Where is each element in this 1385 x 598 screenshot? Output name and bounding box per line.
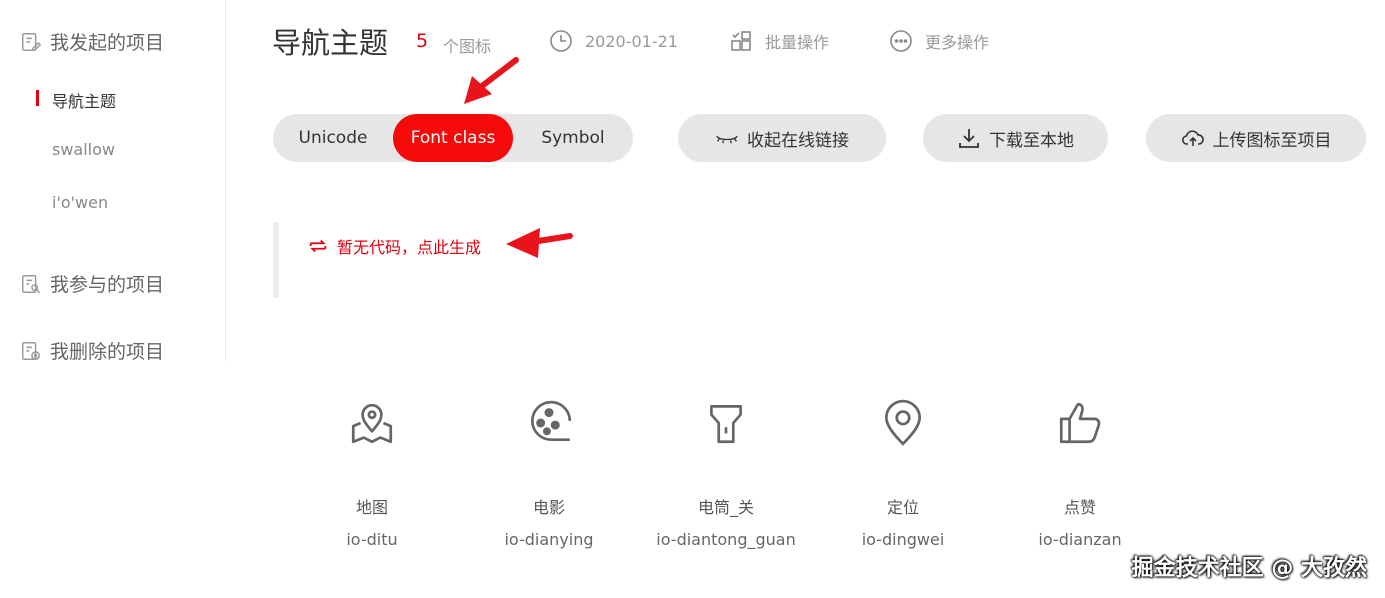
code-type-tabs: Unicode Font class Symbol — [273, 114, 633, 162]
clock-icon — [550, 30, 572, 52]
icon-count: 5 — [416, 30, 429, 52]
sidebar-project-nav-theme[interactable]: 导航主题 — [52, 88, 116, 112]
eye-closed-icon — [716, 135, 738, 144]
collapse-link-button[interactable]: 收起在线链接 — [678, 114, 886, 162]
more-operation-button[interactable]: 更多操作 — [889, 29, 989, 53]
collapse-link-label: 收起在线链接 — [747, 130, 849, 151]
edit-doc-icon — [22, 32, 42, 51]
icon-code: io-diantong_guan — [656, 530, 796, 549]
grid-select-icon — [731, 31, 751, 51]
icon-name: 点赞 — [1063, 498, 1096, 517]
icon-name: 定位 — [886, 498, 919, 517]
icon-code: io-dianzan — [1038, 530, 1122, 549]
generate-code-link[interactable]: 暂无代码，点此生成 — [307, 234, 481, 258]
active-indicator — [36, 90, 39, 106]
sidebar-group-deleted[interactable]: 我删除的项目 — [20, 337, 164, 364]
code-area-border — [273, 222, 279, 298]
refresh-icon — [309, 239, 327, 253]
icon-count-label: 个图标 — [443, 37, 492, 56]
icon-card-dianying[interactable]: 电影 io-dianying — [461, 398, 637, 549]
sidebar-group-participated[interactable]: 我参与的项目 — [20, 270, 164, 297]
tab-unicode[interactable]: Unicode — [273, 114, 393, 162]
icon-card-dianzan[interactable]: 点赞 io-dianzan — [992, 398, 1168, 549]
thumbs-up-icon — [1059, 402, 1101, 444]
created-date: 2020-01-21 — [585, 31, 678, 51]
upload-to-project-button[interactable]: 上传图标至项目 — [1146, 114, 1366, 162]
generate-code-label: 暂无代码，点此生成 — [337, 238, 482, 257]
download-button[interactable]: 下载至本地 — [923, 114, 1108, 162]
icon-name: 电筒_关 — [697, 498, 754, 517]
download-icon — [959, 129, 979, 148]
icon-card-diantong-guan[interactable]: 电筒_关 io-diantong_guan — [638, 398, 814, 549]
sidebar-group-initiated[interactable]: 我发起的项目 — [20, 28, 164, 55]
flashlight-icon — [710, 404, 742, 444]
more-icon — [890, 30, 912, 52]
icon-code: io-ditu — [346, 530, 398, 549]
sidebar-project-swallow[interactable]: swallow — [52, 140, 115, 159]
page-title: 导航主题 — [272, 26, 389, 60]
date-info: 2020-01-21 — [549, 29, 678, 53]
location-icon — [884, 399, 922, 446]
sidebar-group-label: 我删除的项目 — [50, 341, 165, 363]
annotation-arrow-code — [506, 228, 573, 258]
tab-font-class[interactable]: Font class — [393, 114, 513, 162]
icon-card-ditu[interactable]: 地图 io-ditu — [284, 398, 460, 549]
doc-delete-icon — [22, 341, 40, 360]
film-reel-icon — [531, 400, 572, 442]
upload-label: 上传图标至项目 — [1212, 130, 1332, 151]
download-label: 下载至本地 — [989, 130, 1074, 151]
icon-name: 电影 — [532, 498, 565, 517]
icon-code: io-dingwei — [861, 530, 945, 549]
batch-operation-label: 批量操作 — [765, 33, 830, 52]
batch-operation-button[interactable]: 批量操作 — [729, 29, 829, 53]
cloud-upload-icon — [1181, 130, 1204, 146]
map-pin-icon — [351, 403, 393, 444]
icon-card-dingwei[interactable]: 定位 io-dingwei — [815, 398, 991, 549]
sidebar: 我发起的项目 导航主题 swallow i'o'wen 我参与的项目 我删除的项… — [0, 0, 226, 364]
tab-symbol[interactable]: Symbol — [513, 114, 633, 162]
icon-code: io-dianying — [504, 530, 594, 549]
sidebar-group-label: 我发起的项目 — [50, 32, 165, 54]
annotation-arrow-tab — [464, 57, 519, 104]
sidebar-project-iowen[interactable]: i'o'wen — [52, 193, 108, 212]
icon-name: 地图 — [355, 498, 388, 517]
watermark: 掘金技术社区 @ 大孜然 — [1131, 556, 1367, 581]
more-operation-label: 更多操作 — [925, 33, 990, 52]
doc-search-icon — [22, 274, 41, 293]
sidebar-group-label: 我参与的项目 — [50, 274, 165, 296]
